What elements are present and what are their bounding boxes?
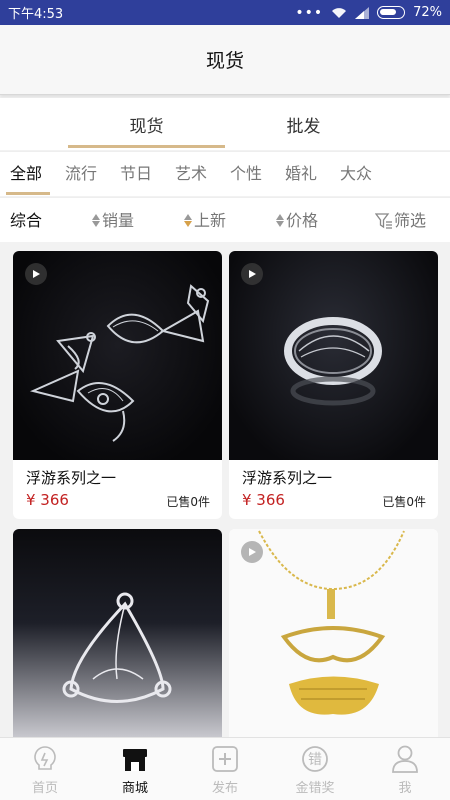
sort-arrows-icon [92,214,100,227]
product-image [229,529,438,738]
store-icon [123,749,147,771]
product-card[interactable]: 浮游系列之一 ¥ 366 已售0件 [13,251,222,519]
product-price: ¥ 366 [26,491,69,509]
nav-home[interactable]: 首页 [0,738,90,800]
wifi-icon [332,7,347,18]
bottom-navigation: 首页 商城 发布 错 金错奖 我 [0,737,450,800]
status-time: 下午4:53 [8,7,64,22]
nav-mall[interactable]: 商城 [90,738,180,800]
category-wedding[interactable]: 婚礼 [285,152,317,196]
nav-publish-label: 发布 [211,781,238,796]
product-card[interactable]: 浮游系列之一 ¥ 366 已售0件 [229,251,438,519]
nav-award-label: 金错奖 [295,781,335,796]
sort-price[interactable]: 价格 [276,198,318,243]
battery-icon [377,6,406,19]
product-image [229,251,438,460]
lightbulb-icon [34,746,56,770]
product-card[interactable] [229,529,438,749]
play-video-icon[interactable] [241,263,263,285]
filter-label: 筛选 [394,211,427,230]
signal-icon [355,6,370,19]
category-public[interactable]: 大众 [340,152,372,196]
nav-me[interactable]: 我 [360,738,450,800]
play-video-icon[interactable] [241,541,263,563]
category-all[interactable]: 全部 [10,152,42,196]
filter-button[interactable]: 筛选 [375,198,426,243]
play-video-icon[interactable] [25,263,47,285]
filter-icon [375,212,392,229]
sort-sales-label: 销量 [102,211,135,230]
category-popular[interactable]: 流行 [65,152,97,196]
title-bar: 现货 [0,25,450,95]
sort-arrows-icon [276,214,284,227]
product-image [13,529,222,738]
sort-comprehensive[interactable]: 综合 [10,198,42,243]
nav-home-label: 首页 [31,781,58,796]
plus-square-icon [212,746,238,772]
product-name: 浮游系列之一 [242,469,333,487]
sort-sales[interactable]: 销量 [92,198,134,243]
nav-award[interactable]: 错 金错奖 [270,738,360,800]
more-dots-icon: ••• [295,4,324,21]
nav-me-label: 我 [398,781,412,796]
category-personality[interactable]: 个性 [230,152,262,196]
product-image [13,251,222,460]
category-bar: 全部 流行 节日 艺术 个性 婚礼 大众 [0,151,450,196]
product-sold-count: 已售0件 [382,495,426,509]
nav-publish[interactable]: 发布 [180,738,270,800]
product-name: 浮游系列之一 [26,469,117,487]
page-title: 现货 [205,50,244,72]
sort-price-label: 价格 [286,211,319,230]
tab-spot-goods[interactable]: 现货 [68,98,225,150]
product-card[interactable] [13,529,222,749]
tab-bar: 现货 批发 [0,98,450,150]
user-icon [392,745,418,773]
category-art[interactable]: 艺术 [175,152,207,196]
sort-newest-label: 上新 [194,211,227,230]
tab-wholesale[interactable]: 批发 [225,98,382,150]
sort-arrows-icon [184,214,192,227]
battery-level: 72% [413,5,442,20]
sort-bar: 综合 销量 上新 价格 筛选 [0,197,450,242]
active-category-indicator [6,192,50,195]
product-sold-count: 已售0件 [166,495,210,509]
sort-newest[interactable]: 上新 [184,198,226,243]
award-badge-icon: 错 [302,746,328,772]
sort-comprehensive-label: 综合 [10,211,43,230]
nav-mall-label: 商城 [121,781,148,796]
category-festival[interactable]: 节日 [120,152,152,196]
product-price: ¥ 366 [242,491,285,509]
svg-text:错: 错 [308,752,322,768]
status-bar: 下午4:53 ••• 72% [0,0,450,25]
active-tab-indicator [68,145,225,148]
